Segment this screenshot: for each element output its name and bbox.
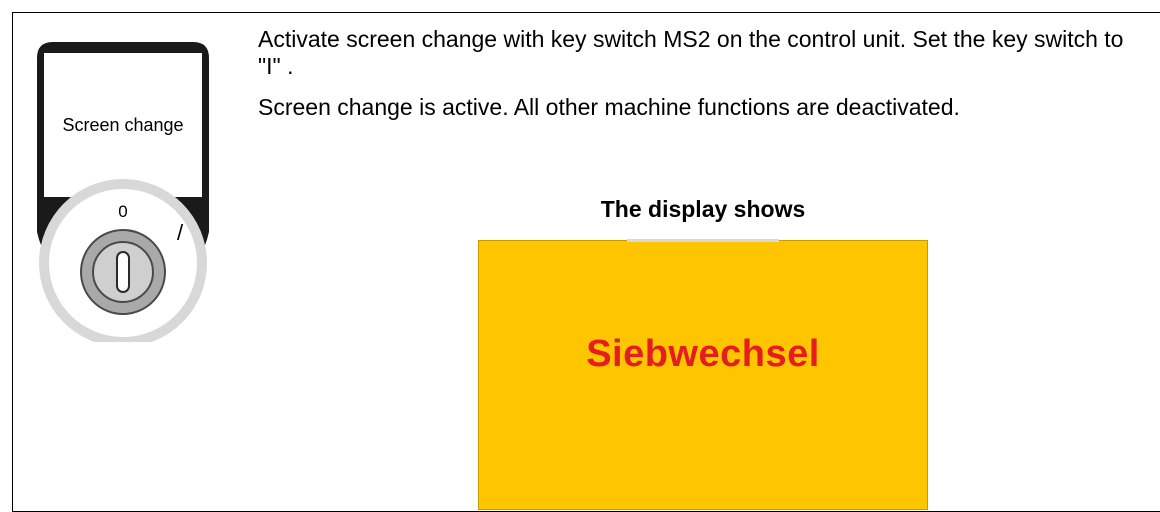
key-slot-icon[interactable] xyxy=(116,251,130,293)
display-message: Siebwechsel xyxy=(586,333,820,375)
position-zero-marker: 0 xyxy=(118,202,127,221)
position-one-marker: / xyxy=(177,220,184,245)
instructions-block: Activate screen change with key switch M… xyxy=(258,26,1148,135)
key-switch-label: Screen change xyxy=(62,115,183,135)
step-instruction: Activate screen change with key switch M… xyxy=(258,26,1124,79)
display-tab xyxy=(627,239,779,242)
display-caption: The display shows xyxy=(600,196,806,222)
display-screen: Siebwechsel xyxy=(478,239,928,510)
key-switch-graphic: Screen change 0 / xyxy=(37,42,209,342)
result-description: Screen change is active. All other machi… xyxy=(258,94,960,120)
key-switch-panel: Screen change 0 / xyxy=(33,42,213,342)
